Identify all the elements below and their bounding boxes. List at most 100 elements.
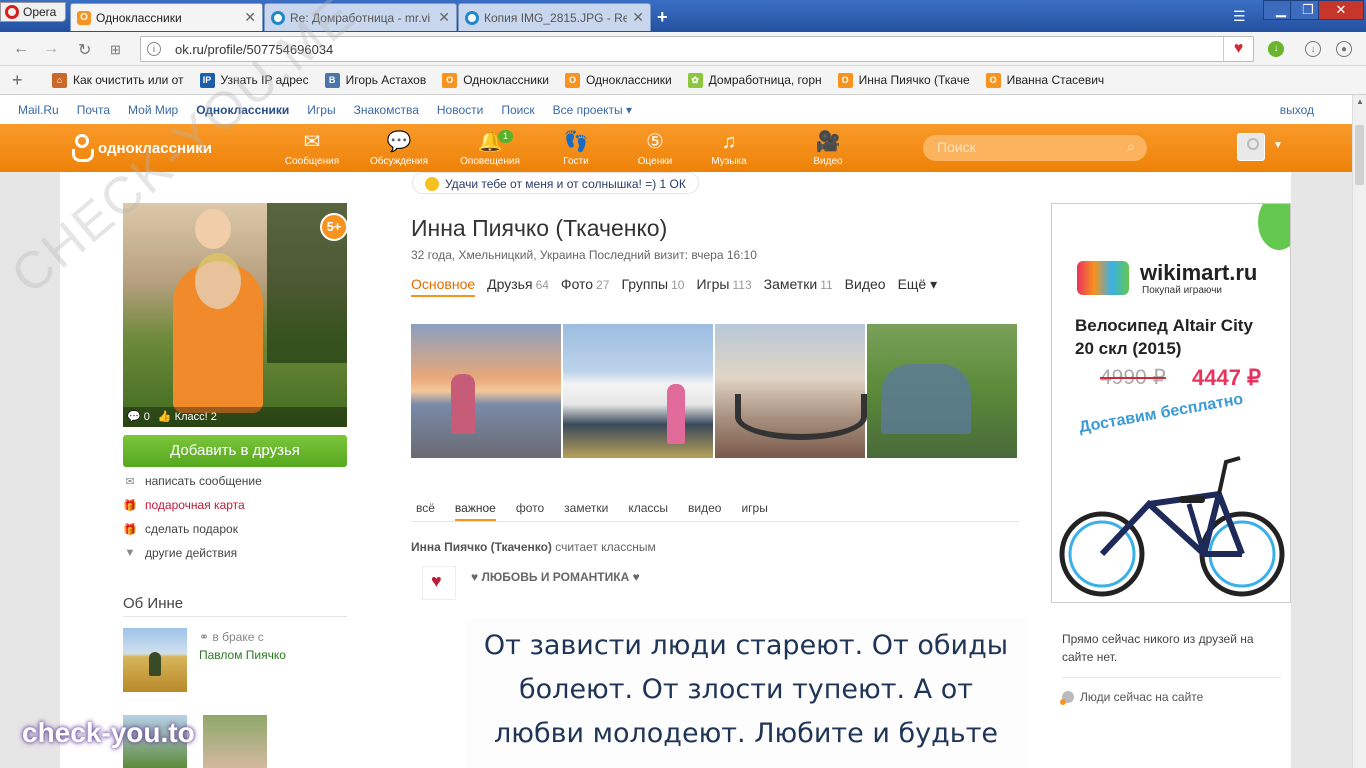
opera-label: Opera bbox=[23, 5, 57, 19]
account-icon[interactable]: ● bbox=[1336, 41, 1352, 57]
nav-discussions[interactable]: 💬 Обсуждения bbox=[367, 130, 431, 167]
tab-menu-icon[interactable]: ☰ bbox=[1233, 8, 1246, 25]
spouse-photo[interactable] bbox=[123, 628, 187, 692]
close-tab-icon[interactable]: ✕ bbox=[632, 9, 644, 26]
feed-quote-image[interactable]: От зависти люди стареют. От обиды болеют… bbox=[466, 618, 1026, 768]
tab-main[interactable]: Основное bbox=[411, 276, 476, 297]
feed-tab-important[interactable]: важное bbox=[454, 501, 496, 521]
write-message-link[interactable]: ✉ написать сообщение bbox=[123, 474, 261, 488]
add-friend-button[interactable]: Добавить в друзья bbox=[123, 435, 347, 467]
like-count: Класс! 2 bbox=[174, 411, 217, 423]
feed-tab-games[interactable]: игры bbox=[741, 501, 767, 521]
tab-groups[interactable]: Группы 10 bbox=[621, 276, 684, 297]
profile-photo[interactable]: 💬 0 👍 Класс! 2 bbox=[123, 203, 347, 427]
speed-dial-icon[interactable]: ⊞ bbox=[110, 42, 121, 58]
nav-messages[interactable]: ✉ Сообщения bbox=[280, 130, 344, 167]
chevron-down-icon[interactable]: ▼ bbox=[1273, 140, 1283, 151]
status-bubble[interactable]: Удачи тебе от меня и от солнышка! =) 1 О… bbox=[412, 172, 699, 194]
close-tab-icon[interactable]: ✕ bbox=[244, 9, 256, 26]
advertisement-banner[interactable]: wikimart.ru Покупай играючи Велосипед Al… bbox=[1051, 203, 1291, 603]
tab-more[interactable]: Ещё ▾ bbox=[898, 276, 938, 297]
spouse-link[interactable]: Павлом Пиячко bbox=[199, 648, 286, 662]
portal-link-poisk[interactable]: Поиск bbox=[501, 103, 534, 117]
close-window-icon[interactable]: ✕ bbox=[1318, 0, 1364, 20]
feed-tab-photo[interactable]: фото bbox=[516, 501, 544, 521]
portal-link-mailru[interactable]: Mail.Ru bbox=[18, 103, 59, 117]
tab-odnoklassniki[interactable]: О Одноклассники ✕ bbox=[70, 3, 263, 31]
downloads-icon[interactable]: ↓ bbox=[1305, 41, 1321, 57]
tab-copy-img[interactable]: Копия IMG_2815.JPG - Re: ✕ bbox=[458, 3, 651, 31]
bookmark-item[interactable]: ✿ Домработница, горн bbox=[687, 72, 822, 88]
watermark-bottom: check-you.to bbox=[22, 717, 195, 748]
married-text: в браке с bbox=[212, 630, 264, 644]
portal-link-znakomstva[interactable]: Знакомства bbox=[354, 103, 419, 117]
nav-ratings[interactable]: ⑤ Оценки bbox=[623, 130, 687, 167]
nav-notifications[interactable]: 🔔 1 Оповещения bbox=[458, 130, 522, 167]
gallery-photo[interactable] bbox=[563, 324, 713, 458]
reload-icon[interactable]: ↻ bbox=[78, 40, 91, 60]
bookmark-item[interactable]: О Одноклассники bbox=[564, 72, 672, 88]
download-icon[interactable]: ↓ bbox=[1268, 41, 1284, 57]
people-online-link[interactable]: Люди сейчас на сайте bbox=[1060, 690, 1203, 705]
make-gift-link[interactable]: 🎁 сделать подарок bbox=[123, 522, 238, 536]
opera-menu-button[interactable]: Opera bbox=[0, 2, 66, 22]
friend-photo[interactable] bbox=[203, 715, 267, 768]
feed-tab-all[interactable]: всё bbox=[416, 501, 435, 521]
bookmark-item[interactable]: ⌂ Как очистить или от bbox=[52, 72, 184, 88]
tab-photos[interactable]: Фото 27 bbox=[561, 276, 610, 297]
feed-tab-likes[interactable]: классы bbox=[628, 501, 668, 521]
search-placeholder: Поиск bbox=[937, 139, 976, 155]
portal-link-novosti[interactable]: Новости bbox=[437, 103, 483, 117]
gallery-photo[interactable] bbox=[411, 324, 561, 458]
browser-tab-strip: Opera О Одноклассники ✕ Re: Домработница… bbox=[0, 0, 1366, 32]
bookmark-item[interactable]: О Иванна Стасевич bbox=[985, 72, 1104, 88]
gallery-photo[interactable] bbox=[715, 324, 867, 458]
portal-link-igry[interactable]: Игры bbox=[307, 103, 335, 117]
scroll-up-icon[interactable]: ▲ bbox=[1356, 97, 1364, 106]
logout-link[interactable]: выход bbox=[1280, 103, 1314, 117]
portal-link-all-projects[interactable]: Все проекты ▾ bbox=[553, 103, 632, 117]
other-actions-link[interactable]: ▼ другие действия bbox=[123, 546, 238, 560]
ok-search-input[interactable]: Поиск ⌕ bbox=[923, 135, 1147, 161]
tab-video[interactable]: Видео bbox=[845, 276, 886, 297]
age-badge: 5+ bbox=[320, 213, 348, 241]
close-tab-icon[interactable]: ✕ bbox=[438, 9, 450, 26]
add-bookmark-icon[interactable]: + bbox=[12, 70, 52, 91]
vk-icon: B bbox=[324, 72, 340, 88]
tab-friends[interactable]: Друзья 64 bbox=[487, 276, 549, 297]
like-icon[interactable]: 👍 Класс! 2 bbox=[158, 410, 217, 424]
site-info-icon[interactable]: i bbox=[147, 42, 161, 56]
nav-guests[interactable]: 👣 Гости bbox=[544, 130, 608, 167]
user-avatar[interactable] bbox=[1237, 133, 1265, 161]
comment-icon[interactable]: 💬 0 bbox=[127, 410, 150, 424]
tab-games[interactable]: Игры 113 bbox=[696, 276, 751, 297]
nav-label: Обсуждения bbox=[369, 156, 429, 167]
tab-notes[interactable]: Заметки 11 bbox=[764, 276, 833, 297]
bookmark-item[interactable]: B Игорь Астахов bbox=[324, 72, 426, 88]
gallery-photo[interactable] bbox=[867, 324, 1017, 458]
portal-link-pochta[interactable]: Почта bbox=[77, 103, 110, 117]
nav-music[interactable]: ♫ Музыка bbox=[697, 130, 761, 167]
ok-favicon-icon: О bbox=[77, 10, 91, 25]
tab-title: Одноклассники bbox=[96, 10, 182, 25]
page-scrollbar[interactable]: ▲ bbox=[1352, 95, 1366, 768]
bookmark-item[interactable]: О Одноклассники bbox=[442, 72, 549, 88]
feed-tab-video[interactable]: видео bbox=[688, 501, 721, 521]
scroll-thumb[interactable] bbox=[1355, 125, 1364, 185]
bookmark-item[interactable]: О Инна Пиячко (Ткаче bbox=[837, 72, 970, 88]
portal-link-moymir[interactable]: Мой Мир bbox=[128, 103, 178, 117]
nav-video[interactable]: 🎥 Видео bbox=[796, 130, 860, 167]
back-icon[interactable]: ← bbox=[13, 40, 29, 58]
ad-old-price: 4990 ₽ bbox=[1100, 366, 1166, 389]
search-icon[interactable]: ⌕ bbox=[1127, 138, 1135, 155]
gift-card-link[interactable]: 🎁 подарочная карта bbox=[123, 498, 245, 512]
group-name-link[interactable]: ♥ ЛЮБОВЬ И РОМАНТИКА ♥ bbox=[471, 570, 640, 584]
forward-icon[interactable]: → bbox=[43, 40, 59, 58]
envelope-icon: ✉ bbox=[303, 131, 321, 153]
feed-tab-notes[interactable]: заметки bbox=[564, 501, 608, 521]
bookmark-heart-icon[interactable]: ♥ bbox=[1223, 37, 1253, 61]
feed-author-link[interactable]: Инна Пиячко (Ткаченко) bbox=[411, 540, 552, 554]
feed-item-header: Инна Пиячко (Ткаченко) считает классным bbox=[411, 540, 656, 554]
new-tab-icon[interactable]: + bbox=[657, 7, 668, 28]
group-avatar-icon[interactable] bbox=[422, 566, 456, 600]
